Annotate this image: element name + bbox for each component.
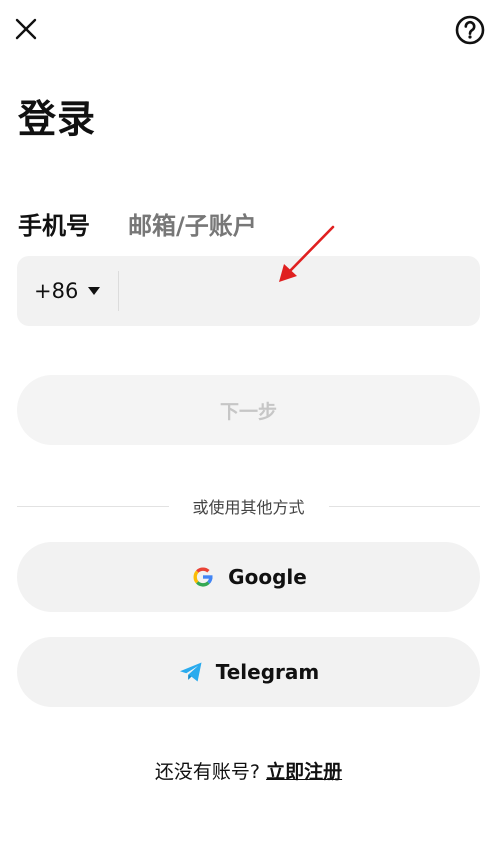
phone-field: +86 [17,255,480,327]
signup-prompt: 还没有账号? 立即注册 [0,757,487,784]
telegram-icon [178,659,204,685]
divider: 或使用其他方式 [17,494,481,518]
country-code: +86 [34,279,79,303]
country-code-selector[interactable]: +86 [17,256,101,326]
telegram-label: Telegram [215,660,320,684]
next-button[interactable]: 下一步 [17,375,480,445]
login-method-tabs: 手机号 邮箱/子账户 [18,206,295,241]
tab-phone[interactable]: 手机号 [18,206,90,241]
google-login-button[interactable]: Google [17,542,480,612]
telegram-login-button[interactable]: Telegram [17,637,480,707]
tab-email-subaccount[interactable]: 邮箱/子账户 [128,206,257,241]
divider-line-left [17,505,169,507]
signup-link[interactable]: 立即注册 [266,761,342,783]
google-label: Google [228,565,307,589]
signup-text: 还没有账号? [154,761,261,783]
help-circle-icon[interactable] [455,15,485,45]
divider-text: 或使用其他方式 [192,498,305,517]
phone-input[interactable] [119,255,480,327]
caret-down-icon [88,287,101,295]
close-icon[interactable] [14,17,38,41]
page-title: 登录 [18,97,97,141]
divider-line-right [328,505,481,507]
google-icon [190,564,216,590]
